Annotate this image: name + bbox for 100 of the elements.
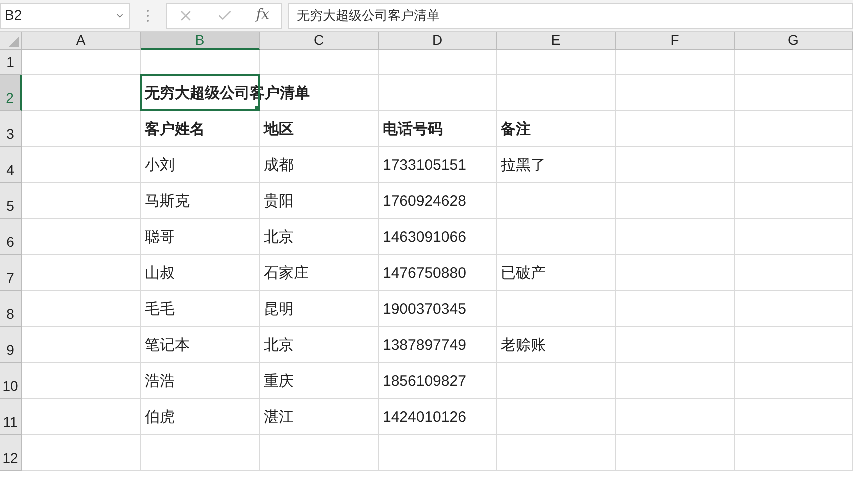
table-cell[interactable] xyxy=(735,111,853,147)
column-header[interactable]: F xyxy=(616,32,735,50)
table-cell[interactable] xyxy=(616,75,735,111)
table-cell[interactable] xyxy=(141,435,260,471)
table-cell[interactable] xyxy=(22,111,141,147)
table-cell[interactable] xyxy=(497,50,616,75)
table-cell[interactable] xyxy=(735,255,853,291)
table-cell[interactable] xyxy=(22,50,141,75)
table-cell[interactable] xyxy=(735,399,853,435)
table-cell[interactable] xyxy=(616,219,735,255)
table-cell[interactable] xyxy=(616,435,735,471)
row-header[interactable]: 4 xyxy=(0,147,22,183)
table-cell[interactable]: 重庆 xyxy=(260,363,379,399)
table-cell[interactable] xyxy=(735,50,853,75)
table-cell[interactable] xyxy=(497,363,616,399)
table-cell[interactable] xyxy=(497,219,616,255)
column-header[interactable]: B xyxy=(141,32,260,50)
table-cell[interactable] xyxy=(616,111,735,147)
table-cell[interactable]: 浩浩 xyxy=(141,363,260,399)
table-cell[interactable]: 1760924628 xyxy=(379,183,497,219)
table-cell[interactable] xyxy=(616,147,735,183)
table-cell[interactable] xyxy=(497,435,616,471)
table-cell[interactable]: 1733105151 xyxy=(379,147,497,183)
name-box[interactable]: B2 xyxy=(0,2,130,28)
table-cell[interactable]: 笔记本 xyxy=(141,327,260,363)
table-cell[interactable] xyxy=(616,327,735,363)
table-cell[interactable]: 北京 xyxy=(260,219,379,255)
select-all-icon[interactable] xyxy=(9,37,19,47)
table-cell[interactable] xyxy=(616,183,735,219)
table-cell[interactable]: 1387897749 xyxy=(379,327,497,363)
table-cell[interactable] xyxy=(616,255,735,291)
table-cell[interactable]: 马斯克 xyxy=(141,183,260,219)
table-cell[interactable]: 老赊账 xyxy=(497,327,616,363)
table-cell[interactable]: 1900370345 xyxy=(379,291,497,327)
row-header[interactable]: 5 xyxy=(0,183,22,219)
table-cell[interactable]: 备注 xyxy=(497,111,616,147)
table-cell[interactable]: 1476750880 xyxy=(379,255,497,291)
table-cell[interactable] xyxy=(22,435,141,471)
table-cell[interactable]: 湛江 xyxy=(260,399,379,435)
table-cell[interactable] xyxy=(22,363,141,399)
table-cell[interactable] xyxy=(735,219,853,255)
table-cell[interactable]: 拉黑了 xyxy=(497,147,616,183)
table-cell[interactable] xyxy=(616,363,735,399)
table-cell[interactable] xyxy=(379,75,497,111)
formula-field[interactable]: 无穷大超级公司客户清单 xyxy=(288,2,853,28)
table-cell[interactable] xyxy=(735,327,853,363)
table-cell[interactable] xyxy=(497,399,616,435)
row-header[interactable]: 2 xyxy=(0,75,22,111)
table-cell[interactable]: 小刘 xyxy=(141,147,260,183)
table-cell[interactable]: 1463091066 xyxy=(379,219,497,255)
row-header[interactable]: 12 xyxy=(0,435,22,471)
table-cell[interactable] xyxy=(616,291,735,327)
table-cell[interactable]: 成都 xyxy=(260,147,379,183)
insert-function-button[interactable]: fx xyxy=(256,5,270,26)
table-cell[interactable]: 已破产 xyxy=(497,255,616,291)
column-header[interactable]: E xyxy=(497,32,616,50)
column-header[interactable]: A xyxy=(22,32,141,50)
row-header[interactable]: 8 xyxy=(0,291,22,327)
table-cell[interactable] xyxy=(260,435,379,471)
table-cell[interactable]: 昆明 xyxy=(260,291,379,327)
table-cell[interactable] xyxy=(379,435,497,471)
table-cell[interactable]: 1424010126 xyxy=(379,399,497,435)
table-cell[interactable]: 电话号码 xyxy=(379,111,497,147)
table-cell[interactable] xyxy=(497,75,616,111)
table-cell[interactable]: 地区 xyxy=(260,111,379,147)
table-cell[interactable] xyxy=(260,50,379,75)
table-cell[interactable]: 毛毛 xyxy=(141,291,260,327)
column-header[interactable]: G xyxy=(735,32,853,50)
table-cell[interactable] xyxy=(735,435,853,471)
table-cell[interactable] xyxy=(735,291,853,327)
row-header[interactable]: 7 xyxy=(0,255,22,291)
table-cell[interactable] xyxy=(735,363,853,399)
table-cell[interactable] xyxy=(616,50,735,75)
table-cell[interactable] xyxy=(379,50,497,75)
table-cell[interactable] xyxy=(22,219,141,255)
table-cell[interactable]: 石家庄 xyxy=(260,255,379,291)
row-header[interactable]: 3 xyxy=(0,111,22,147)
table-cell[interactable] xyxy=(735,147,853,183)
column-header[interactable]: C xyxy=(260,32,379,50)
table-cell[interactable] xyxy=(735,183,853,219)
row-header[interactable]: 9 xyxy=(0,327,22,363)
table-cell[interactable] xyxy=(22,399,141,435)
table-cell[interactable]: 1856109827 xyxy=(379,363,497,399)
table-cell[interactable] xyxy=(22,147,141,183)
table-cell[interactable]: 贵阳 xyxy=(260,183,379,219)
table-cell[interactable] xyxy=(22,183,141,219)
row-header[interactable]: 1 xyxy=(0,50,22,75)
table-cell[interactable] xyxy=(22,291,141,327)
table-cell[interactable] xyxy=(22,255,141,291)
table-cell[interactable] xyxy=(616,399,735,435)
table-cell[interactable]: 山叔 xyxy=(141,255,260,291)
row-header[interactable]: 10 xyxy=(0,363,22,399)
row-header[interactable]: 6 xyxy=(0,219,22,255)
table-cell[interactable] xyxy=(735,75,853,111)
table-cell[interactable]: 北京 xyxy=(260,327,379,363)
table-cell[interactable]: 伯虎 xyxy=(141,399,260,435)
table-cell[interactable]: 客户姓名 xyxy=(141,111,260,147)
table-cell[interactable]: 聪哥 xyxy=(141,219,260,255)
table-cell[interactable] xyxy=(497,183,616,219)
table-cell[interactable] xyxy=(497,291,616,327)
